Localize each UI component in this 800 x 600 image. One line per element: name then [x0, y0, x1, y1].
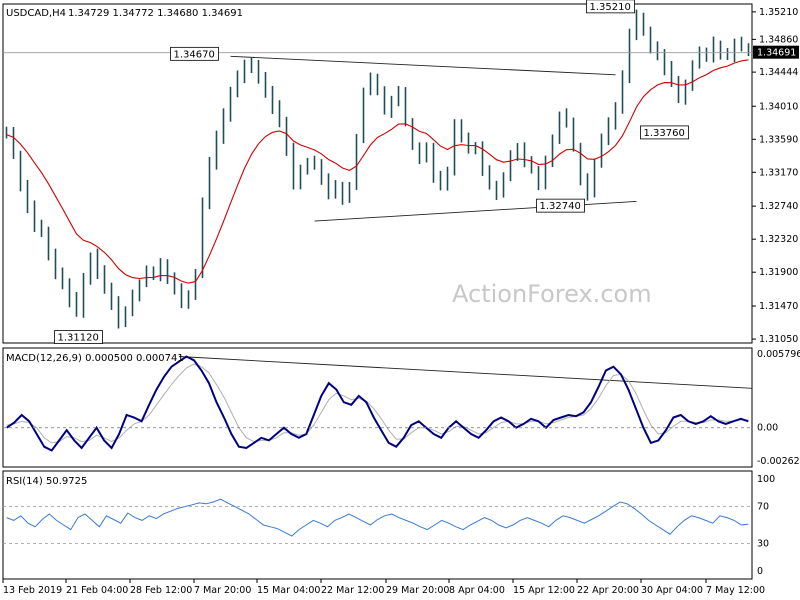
annotation-label: 1.35210	[590, 2, 631, 13]
rsi-tick-label: 70	[757, 502, 769, 513]
price-tick-label: 1.34860	[759, 34, 798, 45]
watermark-text: ActionForex.com	[452, 280, 652, 308]
rsi-tick-label: 100	[757, 474, 775, 485]
price-tick-label: 1.31470	[759, 301, 798, 312]
macd-tick-label: 0.005796	[757, 349, 800, 360]
annotation-label: 1.31120	[58, 333, 99, 344]
macd-panel-frame	[2, 347, 753, 468]
time-tick-label: 13 Feb 2019	[3, 585, 62, 596]
time-tick-label: 8 Apr 04:00	[449, 585, 505, 596]
price-tick-label: 1.33170	[759, 167, 798, 178]
time-tick-label: 22 Mar 12:00	[321, 585, 384, 596]
time-tick-label: 30 Apr 04:00	[641, 585, 703, 596]
rsi-tick-label: 30	[757, 538, 769, 549]
time-tick-label: 15 Apr 12:00	[513, 585, 575, 596]
annotation-label: 1.32740	[540, 201, 581, 212]
time-tick-label: 29 Mar 20:00	[386, 585, 449, 596]
price-tick-label: 1.34010	[759, 101, 798, 112]
price-tick-label: 1.33590	[759, 134, 798, 145]
price-tick-label: 1.35210	[759, 7, 798, 18]
macd-tick-label: 0.00	[757, 423, 778, 434]
symbol-label: USDCAD,H4	[6, 8, 66, 19]
macd-tick-label: -0.002623	[757, 456, 800, 467]
time-tick-label: 22 Apr 20:00	[577, 585, 639, 596]
price-tick-label: 1.32320	[759, 234, 798, 245]
time-tick-label: 21 Feb 04:00	[66, 585, 128, 596]
macd-label: MACD(12,26,9) 0.000500 0.000741	[6, 353, 184, 364]
time-tick-label: 7 May 12:00	[706, 585, 765, 596]
price-tag-text: 1.34691	[757, 48, 796, 59]
current-price-tag: 1.34691	[753, 45, 799, 59]
annotation-label: 1.33760	[644, 128, 685, 139]
ohlc-label: 1.34729 1.34772 1.34680 1.34691	[68, 8, 243, 19]
time-axis: 13 Feb 2019 21 Feb 04:00 28 Feb 12:00 7 Mar…	[2, 579, 765, 596]
rsi-tick-label: 0	[757, 566, 763, 577]
time-tick-label: 28 Feb 12:00	[130, 585, 192, 596]
time-tick-label: 15 Mar 04:00	[257, 585, 320, 596]
usdcad-chart: ActionForex.com 1.35210 1.34670 1.33760 1.3…	[2, 0, 800, 596]
price-tick-label: 1.34444	[759, 67, 798, 78]
annotation-label: 1.34670	[174, 49, 215, 60]
time-tick-label: 7 Mar 20:00	[194, 585, 251, 596]
rsi-label: RSI(14) 50.9725	[6, 476, 87, 487]
price-tick-label: 1.31050	[759, 334, 798, 345]
price-tick-label: 1.31900	[759, 267, 798, 278]
price-tick-label: 1.32740	[759, 201, 798, 212]
rsi-panel-frame	[2, 470, 753, 580]
